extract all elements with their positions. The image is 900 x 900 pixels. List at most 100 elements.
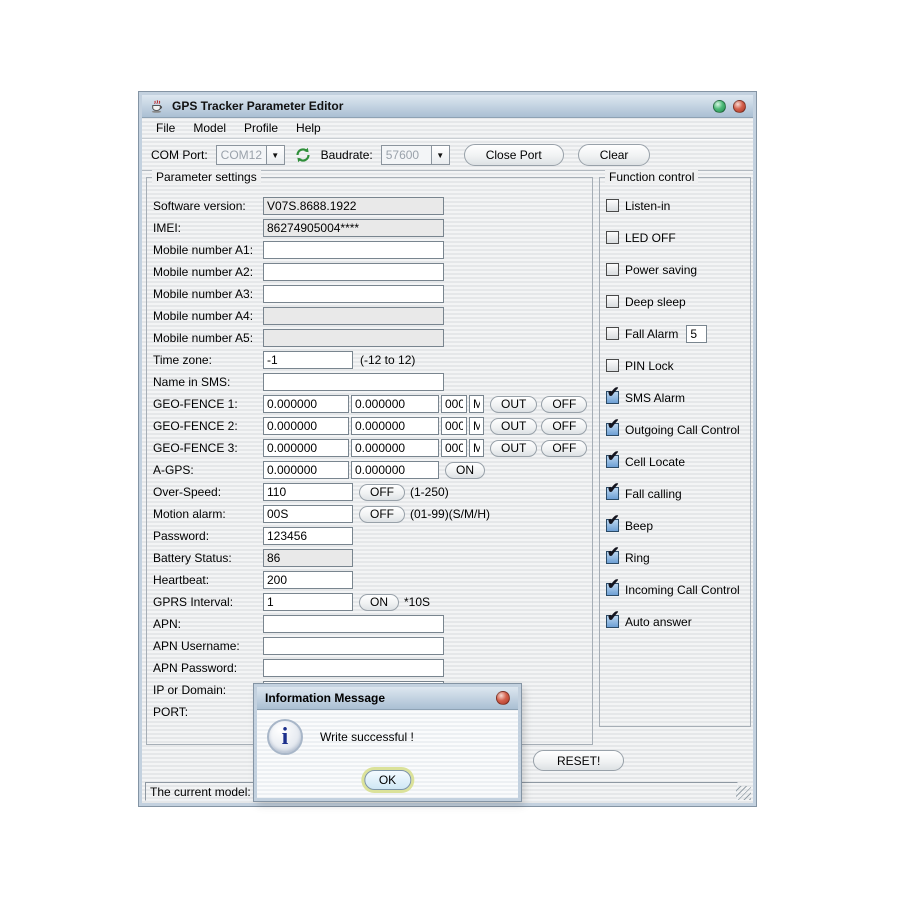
checkbox-item-fall-calling[interactable]: ✔Fall calling <box>606 486 750 501</box>
ok-button[interactable]: OK <box>364 770 411 790</box>
pin-lock-label: PIN Lock <box>625 359 674 373</box>
param-row-battery-status: Battery Status: <box>147 547 592 569</box>
close-port-button[interactable]: Close Port <box>464 144 564 166</box>
name-in-sms-input[interactable] <box>263 373 444 391</box>
minimize-button[interactable] <box>713 100 726 113</box>
java-app-icon <box>149 98 165 114</box>
menu-model[interactable]: Model <box>184 119 235 137</box>
titlebar[interactable]: GPS Tracker Parameter Editor <box>142 95 753 118</box>
over-speed-off-button[interactable]: OFF <box>359 484 405 501</box>
checkbox-auto-answer[interactable]: ✔ <box>606 615 619 628</box>
geo-fence-3-input-1[interactable] <box>263 439 349 457</box>
mobile-number-a2-input[interactable] <box>263 263 444 281</box>
checkbox-fall-alarm[interactable] <box>606 327 619 340</box>
geo-fence-2-input-1[interactable] <box>263 417 349 435</box>
geo-fence-1-input-2[interactable] <box>351 395 439 413</box>
com-port-select[interactable]: COM12 ▼ <box>216 145 285 165</box>
check-icon: ✔ <box>607 415 620 433</box>
geo-fence-1-input-4[interactable] <box>469 395 484 413</box>
checkbox-item-beep[interactable]: ✔Beep <box>606 518 750 533</box>
checkbox-deep-sleep[interactable] <box>606 295 619 308</box>
dialog-titlebar[interactable]: Information Message <box>257 687 518 710</box>
geo-fence-1-input-3[interactable] <box>441 395 467 413</box>
geo-fence-2-input-4[interactable] <box>469 417 484 435</box>
geo-fence-2-out-button[interactable]: OUT <box>490 418 537 435</box>
checkbox-item-cell-locate[interactable]: ✔Cell Locate <box>606 454 750 469</box>
refresh-ports-icon[interactable] <box>294 146 312 164</box>
geo-fence-3-off-button[interactable]: OFF <box>541 440 587 457</box>
checkbox-item-outgoing-call-control[interactable]: ✔Outgoing Call Control <box>606 422 750 437</box>
a-gps-input-2[interactable] <box>351 461 439 479</box>
menu-file[interactable]: File <box>147 119 184 137</box>
checkbox-item-incoming-call-control[interactable]: ✔Incoming Call Control <box>606 582 750 597</box>
checkbox-sms-alarm[interactable]: ✔ <box>606 391 619 404</box>
geo-fence-3-input-2[interactable] <box>351 439 439 457</box>
menu-profile[interactable]: Profile <box>235 119 287 137</box>
heartbeat-input[interactable] <box>263 571 353 589</box>
checkbox-item-deep-sleep[interactable]: Deep sleep <box>606 294 750 309</box>
checkbox-item-ring[interactable]: ✔Ring <box>606 550 750 565</box>
checkbox-led-off[interactable] <box>606 231 619 244</box>
checkbox-item-pin-lock[interactable]: PIN Lock <box>606 358 750 373</box>
checkbox-item-led-off[interactable]: LED OFF <box>606 230 750 245</box>
checkbox-item-listen-in[interactable]: Listen-in <box>606 198 750 213</box>
clear-button[interactable]: Clear <box>578 144 651 166</box>
geo-fence-2-off-button[interactable]: OFF <box>541 418 587 435</box>
geo-fence-3-input-3[interactable] <box>441 439 467 457</box>
apn-input[interactable] <box>263 615 444 633</box>
close-button[interactable] <box>733 100 746 113</box>
dialog-close-button[interactable] <box>496 691 510 705</box>
resize-grip[interactable] <box>736 786 751 800</box>
gprs-interval-input[interactable] <box>263 593 353 611</box>
checkbox-item-fall-alarm[interactable]: Fall Alarm <box>606 326 750 341</box>
geo-fence-1-input-1[interactable] <box>263 395 349 413</box>
param-row-geo-fence-1: GEO-FENCE 1:OUTOFF <box>147 393 592 415</box>
password-input[interactable] <box>263 527 353 545</box>
over-speed-input[interactable] <box>263 483 353 501</box>
apn-password-input[interactable] <box>263 659 444 677</box>
checkbox-beep[interactable]: ✔ <box>606 519 619 532</box>
baudrate-select[interactable]: 57600 ▼ <box>381 145 450 165</box>
chevron-down-icon[interactable]: ▼ <box>266 146 284 164</box>
led-off-label: LED OFF <box>625 231 676 245</box>
motion-alarm-input[interactable] <box>263 505 353 523</box>
geo-fence-1-out-button[interactable]: OUT <box>490 396 537 413</box>
gprs-interval-on-button[interactable]: ON <box>359 594 399 611</box>
checkbox-ring[interactable]: ✔ <box>606 551 619 564</box>
time-zone-input[interactable] <box>263 351 353 369</box>
reset-button[interactable]: RESET! <box>533 750 624 771</box>
a-gps-on-button[interactable]: ON <box>445 462 485 479</box>
dialog-body: i Write successful ! OK <box>257 710 518 797</box>
geo-fence-2-input-3[interactable] <box>441 417 467 435</box>
motion-alarm-off-button[interactable]: OFF <box>359 506 405 523</box>
mobile-number-a3-input[interactable] <box>263 285 444 303</box>
geo-fence-3-label: GEO-FENCE 3: <box>153 441 263 455</box>
fall-alarm-input[interactable] <box>686 325 707 343</box>
geo-fence-3-out-button[interactable]: OUT <box>490 440 537 457</box>
menu-help[interactable]: Help <box>287 119 330 137</box>
ip-or-domain-label: IP or Domain: <box>153 683 263 697</box>
apn-username-label: APN Username: <box>153 639 263 653</box>
checkbox-pin-lock[interactable] <box>606 359 619 372</box>
checkbox-incoming-call-control[interactable]: ✔ <box>606 583 619 596</box>
checkbox-outgoing-call-control[interactable]: ✔ <box>606 423 619 436</box>
checkbox-item-auto-answer[interactable]: ✔Auto answer <box>606 614 750 629</box>
checkbox-cell-locate[interactable]: ✔ <box>606 455 619 468</box>
checkbox-power-saving[interactable] <box>606 263 619 276</box>
geo-fence-2-input-2[interactable] <box>351 417 439 435</box>
a-gps-input-1[interactable] <box>263 461 349 479</box>
chevron-down-icon[interactable]: ▼ <box>431 146 449 164</box>
checkbox-item-power-saving[interactable]: Power saving <box>606 262 750 277</box>
checkbox-listen-in[interactable] <box>606 199 619 212</box>
deep-sleep-label: Deep sleep <box>625 295 686 309</box>
geo-fence-3-input-4[interactable] <box>469 439 484 457</box>
checkbox-item-sms-alarm[interactable]: ✔SMS Alarm <box>606 390 750 405</box>
geo-fence-1-off-button[interactable]: OFF <box>541 396 587 413</box>
heartbeat-label: Heartbeat: <box>153 573 263 587</box>
checkbox-fall-calling[interactable]: ✔ <box>606 487 619 500</box>
mobile-number-a1-input[interactable] <box>263 241 444 259</box>
listen-in-label: Listen-in <box>625 199 670 213</box>
function-control-legend: Function control <box>605 170 698 184</box>
apn-username-input[interactable] <box>263 637 444 655</box>
software-version-label: Software version: <box>153 199 263 213</box>
